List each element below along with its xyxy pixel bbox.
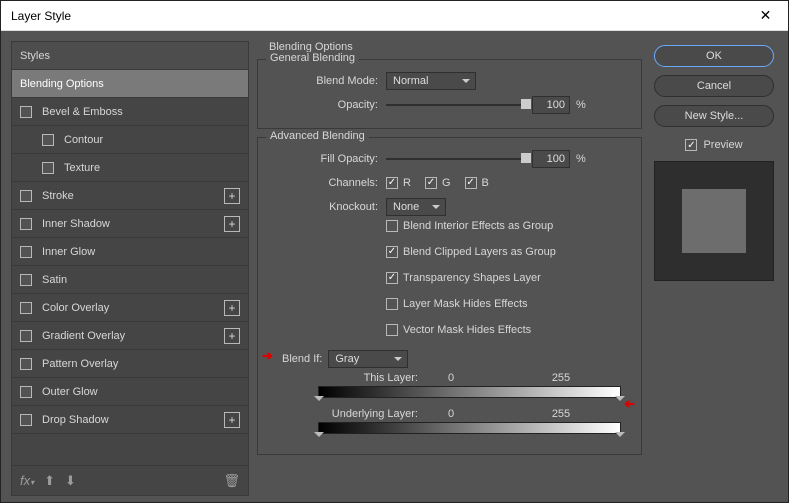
blend-mode-label: Blend Mode: xyxy=(268,75,378,87)
sidebar-item-pattern-overlay[interactable]: Pattern Overlay xyxy=(12,350,248,378)
styles-sidebar: Styles Blending Options Bevel & Emboss C… xyxy=(11,41,249,496)
this-layer-gradient[interactable] xyxy=(318,386,621,398)
sidebar-item-color-overlay[interactable]: Color Overlay+ xyxy=(12,294,248,322)
general-blending-group: General Blending Blend Mode: Normal Opac… xyxy=(257,59,642,129)
plus-icon[interactable]: + xyxy=(224,188,240,204)
knockout-label: Knockout: xyxy=(268,201,378,213)
fill-opacity-slider[interactable] xyxy=(386,152,526,166)
opacity-slider[interactable] xyxy=(386,98,526,112)
channel-g-checkbox[interactable]: G xyxy=(425,177,451,189)
channel-r-checkbox[interactable]: R xyxy=(386,177,411,189)
sidebar-item-blending-options[interactable]: Blending Options xyxy=(12,70,248,98)
underlying-layer-label: Underlying Layer: xyxy=(308,408,418,420)
opacity-label: Opacity: xyxy=(268,99,378,111)
vector-mask-hides-checkbox[interactable]: Vector Mask Hides Effects xyxy=(386,324,631,336)
blend-mode-select[interactable]: Normal xyxy=(386,72,476,90)
general-legend: General Blending xyxy=(266,52,359,64)
sidebar-item-drop-shadow[interactable]: Drop Shadow+ xyxy=(12,406,248,434)
dialog-buttons: OK Cancel New Style... Preview xyxy=(650,41,778,496)
slider-handle-icon[interactable] xyxy=(615,432,625,442)
sidebar-item-stroke[interactable]: Stroke+ xyxy=(12,182,248,210)
percent-label: % xyxy=(576,153,586,165)
blend-clipped-checkbox[interactable]: Blend Clipped Layers as Group xyxy=(386,246,631,258)
sidebar-footer: fx▾ ⬆ ⬇ 🗑 xyxy=(12,465,248,495)
sidebar-item-bevel-emboss[interactable]: Bevel & Emboss xyxy=(12,98,248,126)
checkbox-icon[interactable] xyxy=(20,190,32,202)
trash-icon[interactable]: 🗑 xyxy=(223,473,240,489)
slider-handle-icon[interactable] xyxy=(314,432,324,442)
fx-menu-icon[interactable]: fx▾ xyxy=(20,473,34,488)
sidebar-item-contour[interactable]: Contour xyxy=(12,126,248,154)
underlying-high: 255 xyxy=(536,408,586,420)
annotation-arrow-icon: ➔ xyxy=(624,396,635,412)
sidebar-item-gradient-overlay[interactable]: Gradient Overlay+ xyxy=(12,322,248,350)
preview-swatch xyxy=(682,189,746,253)
channel-b-checkbox[interactable]: B xyxy=(465,177,489,189)
this-layer-low: 0 xyxy=(426,372,476,384)
blend-interior-checkbox[interactable]: Blend Interior Effects as Group xyxy=(386,220,631,232)
cancel-button[interactable]: Cancel xyxy=(654,75,774,97)
options-panel: Blending Options General Blending Blend … xyxy=(257,41,642,496)
fill-opacity-label: Fill Opacity: xyxy=(268,153,378,165)
layer-mask-hides-checkbox[interactable]: Layer Mask Hides Effects xyxy=(386,298,631,310)
checkbox-icon[interactable] xyxy=(42,162,54,174)
fill-opacity-input[interactable]: 100 xyxy=(532,150,570,168)
new-style-button[interactable]: New Style... xyxy=(654,105,774,127)
sidebar-item-outer-glow[interactable]: Outer Glow xyxy=(12,378,248,406)
checkbox-icon[interactable] xyxy=(20,414,32,426)
checkbox-icon[interactable] xyxy=(20,386,32,398)
styles-header[interactable]: Styles xyxy=(12,42,248,70)
opacity-input[interactable]: 100 xyxy=(532,96,570,114)
blend-if-label: Blend If: xyxy=(282,353,322,365)
sidebar-item-inner-shadow[interactable]: Inner Shadow+ xyxy=(12,210,248,238)
underlying-layer-gradient[interactable] xyxy=(318,422,621,434)
knockout-select[interactable]: None xyxy=(386,198,446,216)
checkbox-icon[interactable] xyxy=(42,134,54,146)
plus-icon[interactable]: + xyxy=(224,328,240,344)
sidebar-item-inner-glow[interactable]: Inner Glow xyxy=(12,238,248,266)
sidebar-item-satin[interactable]: Satin xyxy=(12,266,248,294)
channels-label: Channels: xyxy=(268,177,378,189)
annotation-arrow-icon: ➔ xyxy=(262,348,273,364)
ok-button[interactable]: OK xyxy=(654,45,774,67)
plus-icon[interactable]: + xyxy=(224,412,240,428)
checkbox-icon[interactable] xyxy=(20,330,32,342)
slider-handle-icon[interactable] xyxy=(314,396,324,406)
preview-thumbnail xyxy=(654,161,774,281)
checkbox-icon[interactable] xyxy=(20,302,32,314)
advanced-blending-group: Advanced Blending Fill Opacity: 100 % Ch… xyxy=(257,137,642,455)
plus-icon[interactable]: + xyxy=(224,216,240,232)
percent-label: % xyxy=(576,99,586,111)
underlying-low: 0 xyxy=(426,408,476,420)
move-up-icon[interactable]: ⬆ xyxy=(44,473,55,489)
checkbox-icon[interactable] xyxy=(20,274,32,286)
titlebar: Layer Style ✕ xyxy=(1,1,788,31)
checkbox-icon[interactable] xyxy=(20,106,32,118)
preview-checkbox[interactable]: Preview xyxy=(685,139,742,151)
blend-if-select[interactable]: Gray xyxy=(328,350,408,368)
this-layer-high: 255 xyxy=(536,372,586,384)
close-button[interactable]: ✕ xyxy=(743,1,788,31)
plus-icon[interactable]: + xyxy=(224,300,240,316)
window-title: Layer Style xyxy=(11,9,71,23)
checkbox-icon[interactable] xyxy=(20,358,32,370)
move-down-icon[interactable]: ⬇ xyxy=(65,473,76,489)
transparency-shapes-checkbox[interactable]: Transparency Shapes Layer xyxy=(386,272,631,284)
checkbox-icon[interactable] xyxy=(20,246,32,258)
sidebar-item-texture[interactable]: Texture xyxy=(12,154,248,182)
advanced-legend: Advanced Blending xyxy=(266,130,369,142)
checkbox-icon[interactable] xyxy=(20,218,32,230)
layer-style-dialog: Layer Style ✕ Styles Blending Options Be… xyxy=(0,0,789,503)
this-layer-label: This Layer: xyxy=(308,372,418,384)
